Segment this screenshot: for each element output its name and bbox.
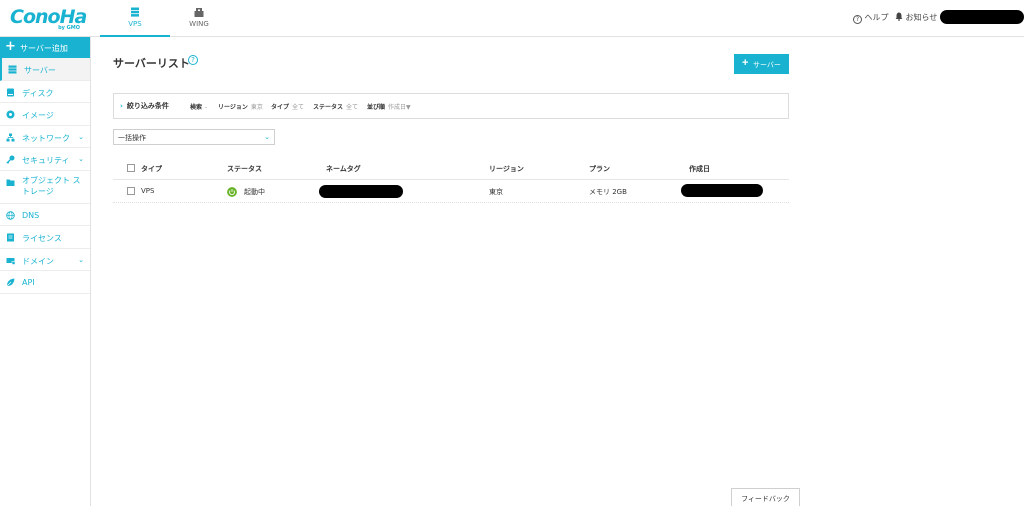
sidebar-item-dns[interactable]: DNS — [0, 204, 90, 226]
chevron-down-icon: ⌄ — [78, 155, 84, 163]
filter-search: 検索 - — [190, 104, 208, 111]
tab-vps-label: VPS — [128, 20, 142, 28]
filter-panel: › 絞り込み条件 検索 - リージョン 東京 タイプ 全て ステータス 全て 並び順 作成日… — [113, 93, 789, 119]
notice-link[interactable]: お知らせ — [895, 12, 937, 23]
sidebar-item-label: オブジェクト ストレージ — [22, 175, 81, 196]
add-server-label: サーバー追加 — [20, 44, 68, 53]
server-icon — [8, 65, 17, 74]
bell-icon — [895, 12, 903, 21]
sidebar-item-label: ネットワーク — [22, 133, 70, 143]
row-region: 東京 — [489, 188, 503, 196]
filter-sort: 並び順 作成日▼ — [367, 104, 411, 111]
sidebar-item-domain[interactable]: ドメイン ⌄ — [0, 249, 90, 271]
chevron-down-icon: ⌄ — [78, 255, 84, 264]
sidebar-item-label: イメージ — [22, 111, 54, 120]
row-name-tag-redacted[interactable] — [319, 185, 403, 198]
sidebar-item-label: DNS — [22, 210, 40, 220]
sidebar-item-label: セキュリティ — [22, 156, 70, 165]
sidebar-item-label: ライセンス — [22, 234, 62, 243]
table-header: タイプ ステータス ネームタグ リージョン プラン 作成日 — [113, 158, 789, 180]
logo-sub: by GMO — [58, 25, 80, 31]
filter-type: タイプ 全て — [271, 104, 305, 111]
dns-globe-icon — [6, 210, 15, 220]
help-link[interactable]: ? ヘルプ — [853, 12, 889, 24]
col-name-tag[interactable]: ネームタグ — [326, 164, 361, 174]
disk-icon — [7, 88, 14, 96]
chevron-down-icon: ⌄ — [264, 133, 270, 141]
sidebar-item-security[interactable]: セキュリティ ⌄ — [0, 148, 90, 171]
key-icon — [6, 155, 15, 164]
sidebar-item-network[interactable]: ネットワーク ⌄ — [0, 126, 90, 148]
sidebar-item-api[interactable]: API — [0, 271, 90, 294]
col-type[interactable]: タイプ — [141, 164, 162, 174]
sidebar-item-label: ディスク — [22, 88, 54, 98]
help-label: ヘルプ — [864, 13, 889, 22]
tab-wing[interactable]: WING — [164, 0, 234, 37]
add-server-button[interactable]: + サーバー — [734, 54, 789, 74]
help-circle-icon: ? — [853, 15, 862, 24]
sidebar-item-image[interactable]: イメージ — [0, 103, 90, 126]
bulk-action-label: 一括操作 — [118, 134, 146, 142]
top-header: ConoHa by GMO VPS WING ? ヘルプ お知らせ — [0, 0, 1024, 37]
select-all-checkbox[interactable] — [127, 164, 135, 172]
feedback-button[interactable]: フィードバック — [731, 488, 800, 506]
help-question-icon[interactable]: ? — [188, 55, 198, 65]
plus-icon: + — [5, 39, 16, 54]
power-on-icon — [227, 187, 237, 197]
tab-vps[interactable]: VPS — [100, 0, 170, 37]
sidebar: + サーバー追加 サーバー ディスク イメージ ネットワーク ⌄ セキュリティ … — [0, 37, 91, 506]
network-icon — [6, 133, 15, 141]
filter-status: ステータス 全て — [313, 104, 359, 111]
col-created[interactable]: 作成日 — [689, 164, 710, 174]
feedback-label: フィードバック — [741, 496, 790, 503]
logo-text: ConoHa — [10, 6, 87, 28]
tab-wing-label: WING — [189, 20, 209, 28]
row-checkbox[interactable] — [127, 187, 135, 195]
col-region[interactable]: リージョン — [489, 164, 524, 174]
col-status[interactable]: ステータス — [227, 164, 262, 174]
license-icon — [7, 233, 14, 242]
sidebar-item-object-storage[interactable]: オブジェクト ストレージ — [0, 171, 90, 204]
sidebar-item-label: ドメイン — [22, 256, 54, 266]
table-row[interactable]: VPS 起動中 東京 メモリ 2GB — [113, 181, 789, 203]
row-created-redacted — [681, 184, 763, 197]
sidebar-item-label: サーバー — [24, 66, 56, 75]
conoha-logo[interactable]: ConoHa by GMO — [10, 6, 87, 31]
domain-icon — [6, 257, 15, 265]
filter-toggle-label: 絞り込み条件 — [126, 102, 169, 110]
wing-building-icon — [194, 8, 204, 17]
api-leaf-icon — [6, 278, 15, 287]
notice-label: お知らせ — [905, 13, 938, 22]
sidebar-item-label: API — [22, 278, 35, 287]
sidebar-item-license[interactable]: ライセンス — [0, 226, 90, 249]
chevron-right-icon: › — [120, 102, 123, 110]
row-type: VPS — [141, 187, 155, 195]
row-plan: メモリ 2GB — [589, 188, 627, 196]
filter-region: リージョン 東京 — [218, 104, 263, 111]
bulk-action-select[interactable]: 一括操作 ⌄ — [113, 129, 275, 145]
filter-toggle[interactable]: › 絞り込み条件 — [120, 101, 169, 111]
vps-server-icon — [131, 7, 139, 17]
sidebar-item-disk[interactable]: ディスク — [0, 81, 90, 103]
chevron-down-icon: ⌄ — [78, 132, 84, 141]
add-server-button-label: サーバー — [753, 62, 781, 69]
image-globe-icon — [6, 110, 15, 119]
plus-icon: + — [742, 57, 749, 69]
page-title: サーバーリスト — [113, 57, 190, 70]
row-status: 起動中 — [244, 188, 265, 196]
col-plan[interactable]: プラン — [589, 164, 610, 174]
sidebar-item-server[interactable]: サーバー — [0, 58, 90, 81]
folder-icon — [6, 179, 15, 186]
account-name-redacted[interactable] — [940, 10, 1024, 24]
add-server-sidebar-button[interactable]: + サーバー追加 — [0, 37, 90, 58]
